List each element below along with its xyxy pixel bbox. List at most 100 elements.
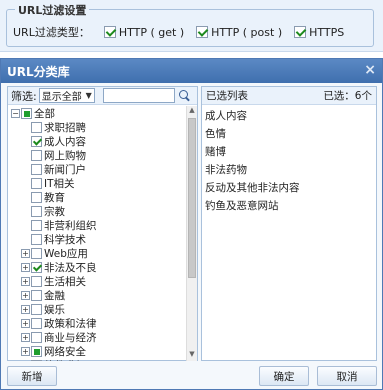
add-button[interactable]: 新增 (7, 366, 57, 386)
tree-item[interactable]: + 政策和法律 (8, 316, 186, 330)
tree-item-label: IT相关 (44, 177, 75, 190)
scroll-thumb[interactable] (188, 118, 196, 278)
tree-item-checkbox[interactable] (31, 191, 42, 203)
tree-item[interactable]: − 全部 (8, 106, 186, 120)
protocol-http-post[interactable]: HTTP ( post ) (196, 26, 282, 39)
protocol-https[interactable]: HTTPS (294, 26, 344, 39)
tree-item-checkbox[interactable] (31, 289, 42, 301)
expand-icon[interactable]: + (21, 248, 30, 258)
tree-item[interactable]: 教育 (8, 190, 186, 204)
tree-item-checkbox[interactable] (31, 331, 42, 343)
tree-item[interactable]: + 生活相关 (8, 274, 186, 288)
ok-button[interactable]: 确定 (259, 366, 309, 386)
tree-item-checkbox[interactable] (31, 121, 42, 133)
http-get-checkbox[interactable] (103, 26, 116, 38)
tree-toolbar: 筛选: 显示全部 ▼ (8, 87, 197, 105)
tree-item[interactable]: 新闻门户 (8, 162, 186, 176)
tree-item-checkbox[interactable] (31, 317, 42, 329)
selected-list-item[interactable]: 成人内容 (205, 106, 373, 124)
tree-item-checkbox[interactable] (21, 107, 32, 119)
selected-list-item[interactable]: 反动及其他非法内容 (205, 178, 373, 196)
selected-list-item[interactable]: 非法药物 (205, 160, 373, 178)
tree-item-checkbox[interactable] (31, 247, 42, 259)
tree-item-checkbox[interactable] (31, 359, 42, 361)
chevron-down-icon[interactable]: ▼ (86, 91, 92, 100)
tree-item-label: Web应用 (44, 247, 88, 260)
tree-item-checkbox[interactable] (31, 177, 42, 189)
search-icon[interactable] (178, 89, 190, 102)
tree-item-checkbox[interactable] (31, 345, 42, 357)
filter-select[interactable]: 显示全部 ▼ (38, 88, 95, 103)
dialog-titlebar: URL分类库 × (1, 59, 382, 83)
tree-item[interactable]: + 娱乐 (8, 302, 186, 316)
tree-item-checkbox[interactable] (31, 219, 42, 231)
scroll-down-arrow-icon[interactable]: ▼ (187, 350, 197, 361)
expand-icon[interactable]: + (21, 290, 30, 300)
tree-item[interactable]: + 商业与经济 (8, 330, 186, 344)
expand-icon[interactable]: + (21, 304, 30, 314)
tree-item-checkbox[interactable] (31, 275, 42, 287)
close-icon[interactable]: × (364, 62, 376, 78)
scroll-up-arrow-icon[interactable]: ▲ (187, 106, 197, 117)
tree-item[interactable]: 科学技术 (8, 232, 186, 246)
tree-item-label: 非法及不良 (44, 261, 97, 274)
expand-icon[interactable]: + (21, 346, 30, 356)
tree-item[interactable]: + Web应用 (8, 246, 186, 260)
tree-item-label: 宗教 (44, 205, 65, 218)
tree-item-label: 网上购物 (44, 149, 86, 162)
collapse-icon[interactable]: − (11, 108, 20, 118)
tree-item[interactable]: 宗教 (8, 204, 186, 218)
protocol-http-get[interactable]: HTTP ( get ) (103, 25, 185, 39)
dialog-title: URL分类库 (7, 64, 70, 79)
tree-item-label: 全部 (34, 107, 55, 120)
tree-item-checkbox[interactable] (31, 233, 42, 245)
tree-item[interactable]: 非营利组织 (8, 218, 186, 232)
tree-item[interactable]: + 网络安全 (8, 344, 186, 358)
tree-item-checkbox[interactable] (31, 205, 42, 217)
tree-item-label: 网络安全 (44, 345, 86, 358)
tree-item[interactable]: IT相关 (8, 176, 186, 190)
https-label: HTTPS (309, 25, 345, 39)
tree-item-label: 娱乐 (44, 303, 65, 316)
tree-item-checkbox[interactable] (31, 303, 42, 315)
tree-item-label: 软件升级 (44, 358, 86, 362)
selected-count: 已选：6个 (323, 90, 372, 102)
http-post-checkbox[interactable] (196, 26, 209, 38)
selected-list-item[interactable]: 色情 (205, 124, 373, 142)
cancel-button[interactable]: 取消 (317, 366, 377, 386)
tree-item-label: 生活相关 (44, 275, 86, 288)
url-filter-type-row: URL过滤类型： HTTP ( get ) HTTP ( post ) HTTP… (13, 24, 356, 40)
tree-item[interactable]: + 软件升级 (8, 358, 186, 361)
expand-icon[interactable]: + (21, 360, 30, 361)
category-search-input[interactable] (102, 88, 175, 103)
expand-icon[interactable]: + (21, 262, 30, 272)
selected-list-item[interactable]: 赌博 (205, 142, 373, 160)
expand-icon[interactable]: + (21, 332, 30, 342)
tree-item-checkbox[interactable] (31, 149, 42, 161)
url-filter-panel: URL过滤设置 URL过滤类型： HTTP ( get ) HTTP ( pos… (0, 0, 383, 52)
tree-item-checkbox[interactable] (31, 135, 42, 147)
https-checkbox[interactable] (294, 26, 307, 38)
expand-icon[interactable]: + (21, 318, 30, 328)
tree-item-label: 政策和法律 (44, 317, 97, 330)
tree-item[interactable]: 求职招聘 (8, 120, 186, 134)
filter-label: 筛选: (11, 89, 37, 103)
url-filter-legend: URL过滤设置 (15, 2, 90, 18)
tree-scrollbar[interactable]: ▲ ▼ (186, 106, 197, 361)
tree-item[interactable]: 网上购物 (8, 148, 186, 162)
expand-icon[interactable]: + (21, 276, 30, 286)
url-category-dialog: URL分类库 × 筛选: 显示全部 ▼ − 全部 求职招聘 成人内容 网上购物 新闻门户 I… (0, 58, 383, 390)
selected-list-header: 已选列表 已选：6个 (202, 87, 376, 105)
tree-item[interactable]: + 金融 (8, 288, 186, 302)
tree-item-label: 商业与经济 (44, 331, 97, 344)
tree-item-label: 成人内容 (44, 135, 86, 148)
selected-list-item[interactable]: 钓鱼及恶意网站 (205, 196, 373, 214)
tree-item-checkbox[interactable] (31, 261, 42, 273)
selected-list-title: 已选列表 (206, 90, 248, 102)
tree-item[interactable]: + 非法及不良 (8, 260, 186, 274)
tree-item[interactable]: 成人内容 (8, 134, 186, 148)
tree-item-label: 非营利组织 (44, 219, 97, 232)
tree-item-checkbox[interactable] (31, 163, 42, 175)
tree-item-label: 教育 (44, 191, 65, 204)
http-get-label: HTTP ( get ) (118, 25, 185, 39)
